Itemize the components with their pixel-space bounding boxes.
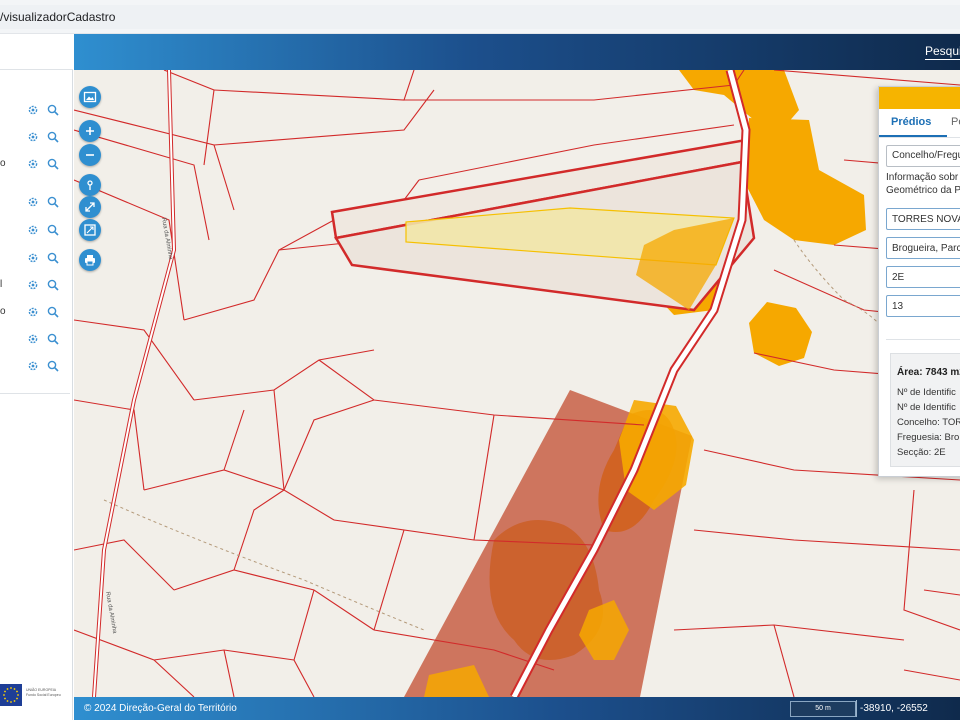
road-label: Rua da Alminha (104, 591, 117, 634)
result-line: Nº de Identific (897, 402, 956, 413)
fullscreen-icon (85, 202, 95, 212)
tab-divider (879, 137, 960, 138)
layer-row[interactable] (0, 221, 73, 241)
gear-icon[interactable] (26, 130, 40, 144)
basemap-button[interactable] (79, 86, 101, 108)
layer-row[interactable] (0, 330, 73, 350)
map-canvas[interactable]: Rua da Alminha Rua da Alminha (74, 70, 960, 697)
gear-icon[interactable] (26, 251, 40, 265)
fire-hotspot (746, 118, 866, 245)
result-line: Nº de Identific (897, 387, 956, 398)
search-icon[interactable] (46, 359, 60, 373)
layer-row[interactable] (0, 249, 73, 269)
boundary-dashed (103, 499, 425, 631)
layer-row[interactable] (0, 128, 73, 148)
fullscreen-button[interactable] (79, 196, 101, 218)
gear-icon[interactable] (26, 332, 40, 346)
gear-icon[interactable] (26, 278, 40, 292)
info-line: Informação sobr (886, 172, 959, 183)
layer-row[interactable]: o (0, 303, 73, 323)
layer-label: o (0, 158, 6, 169)
layers-panel-header (0, 34, 73, 70)
image-icon (83, 91, 97, 103)
url-text: /visualizadorCadastro (0, 10, 116, 24)
gear-icon[interactable] (26, 305, 40, 319)
eu-flag-logo (0, 684, 22, 706)
panel-info-text: Informação sobr Geométrico da P (886, 171, 960, 197)
layer-label: l (0, 279, 3, 290)
extent-button[interactable] (79, 219, 101, 241)
parcel-area: Área: 7843 m2 (897, 367, 960, 378)
copyright-text: © 2024 Direção-Geral do Território (84, 703, 237, 714)
print-icon (85, 255, 95, 266)
layer-row[interactable] (0, 357, 73, 377)
gear-icon[interactable] (26, 195, 40, 209)
layer-row[interactable]: l (0, 276, 73, 296)
print-button[interactable] (79, 249, 101, 271)
info-line: Geométrico da P (886, 185, 960, 196)
result-line: Concelho: TOR (897, 417, 960, 428)
browser-url-bar: /visualizadorCadastro (0, 0, 960, 34)
scale-bar: 50 m (790, 701, 856, 717)
locate-button[interactable] (79, 174, 101, 196)
search-icon[interactable] (46, 103, 60, 117)
search-icon[interactable] (46, 157, 60, 171)
app-footer: © 2024 Direção-Geral do Território 50 m … (74, 697, 960, 720)
eu-text-line: Fundo Social Europeu (26, 693, 61, 697)
layers-panel-divider (0, 393, 70, 394)
panel-divider (886, 339, 960, 340)
layer-row[interactable]: o (0, 155, 73, 175)
fire-hotspot (749, 302, 812, 366)
zoom-out-icon (86, 154, 94, 156)
gear-icon[interactable] (26, 157, 40, 171)
search-type-select[interactable]: Concelho/Fregu (886, 145, 960, 167)
search-icon[interactable] (46, 223, 60, 237)
result-line: Secção: 2E (897, 447, 946, 458)
tab-second[interactable]: Pe (951, 116, 960, 128)
seccao-field[interactable]: 2E (886, 266, 960, 288)
search-icon[interactable] (46, 130, 60, 144)
locate-icon (87, 180, 93, 190)
parcel-result-card: Área: 7843 m2 Nº de Identific Nº de Iden… (890, 353, 960, 467)
extent-icon (84, 224, 96, 236)
cadastre-map[interactable]: Rua da Alminha Rua da Alminha (74, 70, 960, 697)
zoom-in-icon (86, 127, 94, 135)
layer-row[interactable] (0, 193, 73, 213)
result-line: Freguesia: Bro (897, 432, 960, 443)
coordinates-readout: -38910, -26552 (860, 703, 928, 714)
footer-divider (856, 700, 857, 717)
gear-icon[interactable] (26, 223, 40, 237)
tab-predios[interactable]: Prédios (891, 116, 931, 128)
parcel-info-panel: Prédios Pe Concelho/Fregu Informação sob… (878, 86, 960, 477)
gear-icon[interactable] (26, 359, 40, 373)
search-icon[interactable] (46, 251, 60, 265)
search-tab[interactable]: Pesqui (925, 44, 960, 60)
app-window: /visualizadorCadastro o l o UNIÃO EUROPEIA… (0, 0, 960, 720)
app-header: Pesqui (74, 34, 960, 70)
layer-row[interactable] (0, 101, 73, 121)
artigo-field[interactable]: 13 (886, 295, 960, 317)
zoom-out-button[interactable] (79, 144, 101, 166)
url-field[interactable] (0, 5, 960, 29)
search-icon[interactable] (46, 195, 60, 209)
search-icon[interactable] (46, 332, 60, 346)
search-icon[interactable] (46, 305, 60, 319)
concelho-field[interactable]: TORRES NOVAS (886, 208, 960, 230)
freguesia-field[interactable]: Brogueira, Parc (886, 237, 960, 259)
gear-icon[interactable] (26, 103, 40, 117)
layer-label: o (0, 306, 6, 317)
panel-header[interactable] (879, 87, 960, 109)
search-icon[interactable] (46, 278, 60, 292)
zoom-in-button[interactable] (79, 120, 101, 142)
eu-funding-text: UNIÃO EUROPEIA Fundo Social Europeu (26, 688, 61, 698)
